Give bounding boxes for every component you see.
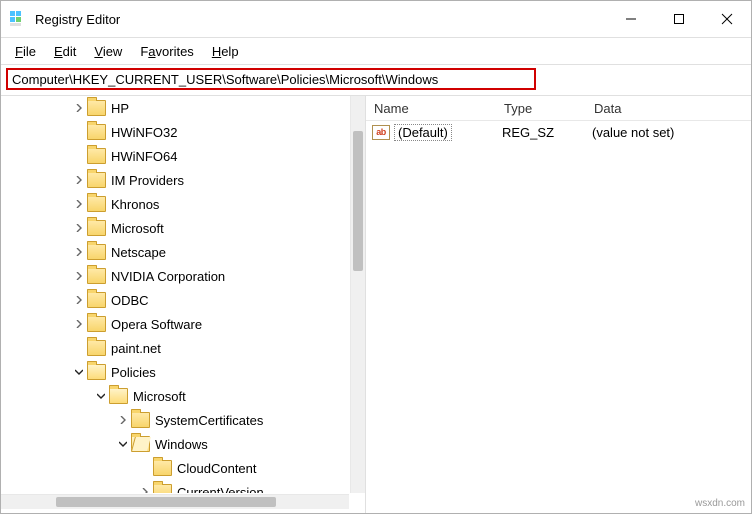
chevron-right-icon[interactable] <box>71 200 87 208</box>
chevron-right-icon[interactable] <box>71 272 87 280</box>
menu-file[interactable]: File <box>7 42 44 61</box>
tree-node-label: ODBC <box>111 293 149 308</box>
tree-node-label: HP <box>111 101 129 116</box>
tree-node[interactable]: Microsoft <box>1 384 349 408</box>
tree-node-label: Microsoft <box>111 221 164 236</box>
tree-node[interactable]: Khronos <box>1 192 349 216</box>
tree-node[interactable]: CloudContent <box>1 456 349 480</box>
folder-icon <box>87 196 106 212</box>
tree-node-label: HWiNFO32 <box>111 125 177 140</box>
tree-node-label: Microsoft <box>133 389 186 404</box>
value-name: (Default) <box>394 124 452 141</box>
chevron-down-icon[interactable] <box>71 368 87 376</box>
tree-node-label: Policies <box>111 365 156 380</box>
address-bar: Computer\HKEY_CURRENT_USER\Software\Poli… <box>1 65 751 96</box>
tree-node[interactable]: ODBC <box>1 288 349 312</box>
tree-node-label: Windows <box>155 437 208 452</box>
chevron-right-icon[interactable] <box>137 488 153 493</box>
column-name[interactable]: Name <box>366 101 504 116</box>
folder-icon <box>87 220 106 236</box>
folder-icon <box>87 340 106 356</box>
tree-node[interactable]: CurrentVersion <box>1 480 349 493</box>
value-row[interactable]: (Default) REG_SZ (value not set) <box>366 121 751 143</box>
tree-node[interactable]: Windows <box>1 432 349 456</box>
tree-node-label: NVIDIA Corporation <box>111 269 225 284</box>
folder-icon <box>109 388 128 404</box>
folder-icon <box>87 364 106 380</box>
minimize-button[interactable] <box>607 1 655 37</box>
folder-icon <box>87 172 106 188</box>
watermark: wsxdn.com <box>695 498 745 509</box>
column-data[interactable]: Data <box>594 101 751 116</box>
values-pane: Name Type Data (Default) REG_SZ (value n… <box>366 96 751 513</box>
menu-edit[interactable]: Edit <box>46 42 84 61</box>
tree-node-label: paint.net <box>111 341 161 356</box>
tree-node-label: CloudContent <box>177 461 257 476</box>
chevron-down-icon[interactable] <box>93 392 109 400</box>
tree-node-label: SystemCertificates <box>155 413 263 428</box>
tree-node-label: CurrentVersion <box>177 485 264 494</box>
column-type[interactable]: Type <box>504 101 594 116</box>
content-area: HP HWiNFO32 HWiNFO64 IM Providers Khronos Mic… <box>1 96 751 513</box>
columns-header[interactable]: Name Type Data <box>366 96 751 121</box>
chevron-down-icon[interactable] <box>115 440 131 448</box>
folder-icon <box>87 244 106 260</box>
key-tree[interactable]: HP HWiNFO32 HWiNFO64 IM Providers Khronos Mic… <box>1 96 349 493</box>
chevron-right-icon[interactable] <box>71 104 87 112</box>
folder-icon <box>87 292 106 308</box>
maximize-button[interactable] <box>655 1 703 37</box>
regedit-app-icon <box>9 10 27 28</box>
tree-node[interactable]: HP <box>1 96 349 120</box>
tree-pane: HP HWiNFO32 HWiNFO64 IM Providers Khronos Mic… <box>1 96 366 513</box>
tree-node-label: HWiNFO64 <box>111 149 177 164</box>
address-input[interactable]: Computer\HKEY_CURRENT_USER\Software\Poli… <box>6 68 536 90</box>
folder-icon <box>153 484 172 493</box>
tree-node[interactable]: IM Providers <box>1 168 349 192</box>
folder-icon <box>153 460 172 476</box>
address-path: Computer\HKEY_CURRENT_USER\Software\Poli… <box>12 72 438 87</box>
tree-node[interactable]: NVIDIA Corporation <box>1 264 349 288</box>
tree-node[interactable]: Netscape <box>1 240 349 264</box>
window-title: Registry Editor <box>35 12 120 27</box>
menubar: File Edit View Favorites Help <box>1 38 751 65</box>
folder-icon <box>131 412 150 428</box>
tree-node[interactable]: Policies <box>1 360 349 384</box>
titlebar[interactable]: Registry Editor <box>1 1 751 38</box>
tree-node[interactable]: paint.net <box>1 336 349 360</box>
tree-node-label: IM Providers <box>111 173 184 188</box>
tree-node-label: Khronos <box>111 197 159 212</box>
tree-node[interactable]: Microsoft <box>1 216 349 240</box>
chevron-right-icon[interactable] <box>71 296 87 304</box>
folder-icon <box>131 436 150 452</box>
tree-node-label: Netscape <box>111 245 166 260</box>
close-button[interactable] <box>703 1 751 37</box>
string-value-icon <box>372 125 390 140</box>
folder-icon <box>87 316 106 332</box>
tree-horizontal-scrollbar[interactable] <box>1 494 349 509</box>
tree-vertical-scrollbar[interactable] <box>350 96 365 493</box>
tree-node[interactable]: SystemCertificates <box>1 408 349 432</box>
tree-node[interactable]: HWiNFO64 <box>1 144 349 168</box>
chevron-right-icon[interactable] <box>115 416 131 424</box>
tree-node[interactable]: HWiNFO32 <box>1 120 349 144</box>
folder-icon <box>87 148 106 164</box>
tree-node[interactable]: Opera Software <box>1 312 349 336</box>
tree-node-label: Opera Software <box>111 317 202 332</box>
value-type: REG_SZ <box>502 125 592 140</box>
chevron-right-icon[interactable] <box>71 320 87 328</box>
folder-icon <box>87 100 106 116</box>
menu-view[interactable]: View <box>86 42 130 61</box>
value-data: (value not set) <box>592 125 751 140</box>
folder-icon <box>87 124 106 140</box>
chevron-right-icon[interactable] <box>71 248 87 256</box>
registry-editor-window: Registry Editor File Edit View Favorites… <box>0 0 752 514</box>
chevron-right-icon[interactable] <box>71 176 87 184</box>
chevron-right-icon[interactable] <box>71 224 87 232</box>
folder-icon <box>87 268 106 284</box>
menu-favorites[interactable]: Favorites <box>132 42 201 61</box>
menu-help[interactable]: Help <box>204 42 247 61</box>
